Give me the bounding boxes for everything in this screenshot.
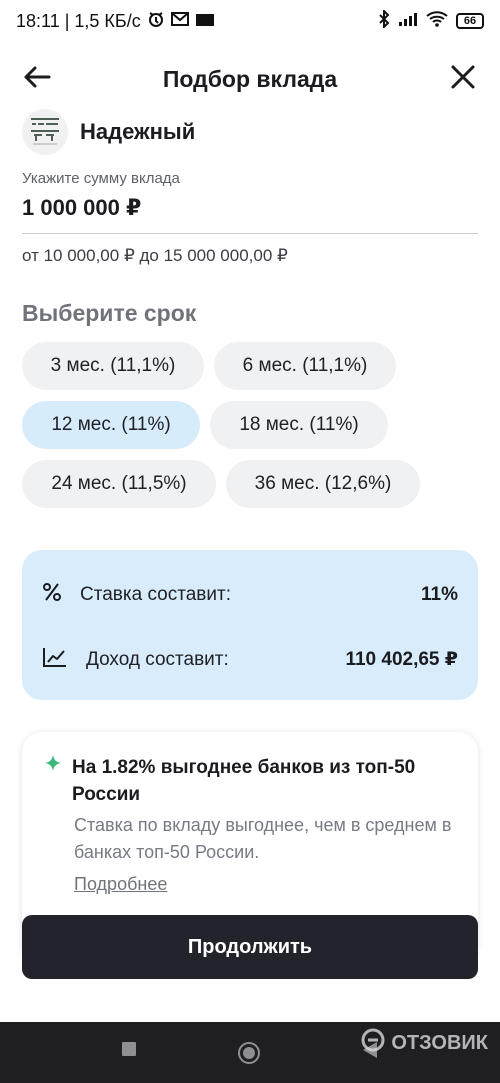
watermark-text: ОТЗОВИК (391, 1031, 488, 1054)
amount-label: Укажите сумму вклада (22, 170, 180, 187)
term-option-12-months[interactable]: 12 мес. (11%) (22, 401, 200, 449)
arrow-left-icon (23, 65, 51, 94)
bank-row: Надежный (22, 108, 195, 156)
close-icon (450, 64, 476, 95)
alarm-icon (147, 10, 165, 33)
amount-block[interactable]: Укажите сумму вклада 1 000 000 ₽ от 10 0… (22, 170, 478, 266)
bank-logo-mark (31, 118, 59, 145)
chart-line-icon (42, 646, 68, 673)
notification-block-icon (195, 11, 215, 32)
status-right: 66 (378, 8, 484, 33)
income-row: Доход составит: 110 402,65 ₽ (42, 646, 458, 673)
term-option-24-months[interactable]: 24 мес. (11,5%) (22, 460, 216, 508)
advantage-head: На 1.82% выгоднее банков из топ-50 Росси… (44, 754, 454, 808)
rate-row: Ставка составит: 11% (42, 582, 458, 607)
income-value: 110 402,65 ₽ (345, 649, 458, 670)
amount-input[interactable]: 1 000 000 ₽ (22, 195, 478, 221)
deposit-name: Надежный (80, 119, 196, 144)
percent-icon (42, 582, 62, 607)
term-option-36-months[interactable]: 36 мес. (12,6%) (226, 460, 420, 508)
battery-indicator: 66 (456, 13, 484, 29)
term-option-18-months[interactable]: 18 мес. (11%) (210, 401, 388, 449)
watermark-logo-icon (361, 1028, 385, 1058)
term-option-6-months[interactable]: 6 мес. (11,1%) (214, 342, 396, 390)
signal-icon (398, 11, 418, 32)
recent-apps-icon[interactable] (122, 1042, 136, 1056)
advantage-title: На 1.82% выгоднее банков из топ-50 Росси… (72, 757, 416, 805)
watermark: ОТЗОВИК (361, 1028, 488, 1058)
sparkle-icon (44, 754, 62, 808)
continue-button[interactable]: Продолжить (22, 915, 478, 979)
status-time-speed: 18:11 | 1,5 КБ/с (16, 10, 141, 31)
mail-icon (170, 11, 189, 32)
status-bar: 18:11 | 1,5 КБ/с 66 (0, 0, 500, 42)
term-option-3-months[interactable]: 3 мес. (11,1%) (22, 342, 204, 390)
more-link[interactable]: Подробнее (74, 874, 167, 895)
deposit-summary: Ставка составит: 11% Доход составит: 110… (22, 550, 478, 700)
topbar: Подбор вклада (0, 42, 500, 116)
rate-value: 11% (421, 583, 458, 605)
bluetooth-icon (378, 8, 390, 33)
close-button[interactable] (442, 58, 484, 100)
amount-range-hint: от 10 000,00 ₽ до 15 000 000,00 ₽ (22, 246, 288, 265)
bank-logo (22, 109, 68, 155)
term-options: 3 мес. (11,1%) 6 мес. (11,1%) 12 мес. (1… (22, 342, 482, 519)
wifi-icon (426, 10, 448, 32)
page-title: Подбор вклада (162, 65, 338, 92)
income-label: Доход составит: (86, 648, 229, 670)
home-icon[interactable] (238, 1042, 260, 1064)
back-button[interactable] (16, 58, 58, 100)
advantage-text: Ставка по вкладу выгоднее, чем в среднем… (74, 815, 452, 862)
rate-label: Ставка составит: (80, 583, 231, 605)
status-left: 18:11 | 1,5 КБ/с (16, 10, 215, 33)
term-section-title: Выберите срок (22, 300, 197, 326)
screen: Подбор вклада Надежный Укажите сумму вкл… (0, 42, 500, 1022)
amount-underline (22, 233, 478, 234)
